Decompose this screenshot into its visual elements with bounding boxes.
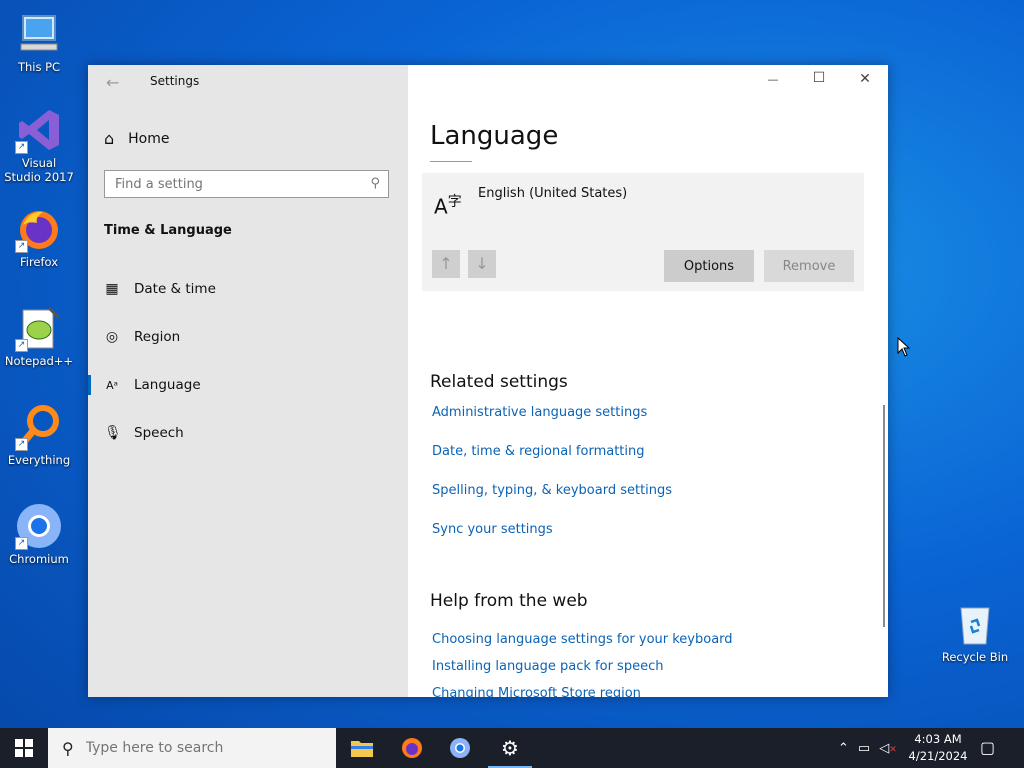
settings-sidebar: ← Settings ⌂ Home ⚲ Time & Language ▦ Da… [88, 65, 408, 697]
visual-studio-icon: ↗ [15, 106, 63, 154]
language-name: English (United States) [478, 186, 628, 201]
sidebar-item-label: Region [134, 329, 181, 345]
link-sync-settings[interactable]: Sync your settings [432, 522, 553, 537]
desktop-icon-this-pc[interactable]: This PC [4, 10, 74, 74]
everything-search-icon: ↗ [15, 403, 63, 451]
title-underline [430, 161, 472, 162]
chromium-icon: ↗ [15, 502, 63, 550]
sidebar-item-speech[interactable]: 🎙 Speech [104, 425, 184, 441]
calendar-clock-icon: ▦ [105, 281, 119, 297]
nav-home-label: Home [128, 130, 170, 147]
link-store-region[interactable]: Changing Microsoft Store region [432, 686, 641, 697]
back-arrow-icon[interactable]: ← [106, 73, 119, 92]
desktop-icon-everything[interactable]: ↗ Everything [4, 403, 74, 467]
content-scrollbar[interactable] [883, 405, 885, 627]
help-heading: Help from the web [430, 591, 588, 611]
gear-icon: ⚙ [501, 736, 519, 760]
recycle-bin-icon [951, 600, 999, 648]
shortcut-arrow-icon: ↗ [15, 339, 28, 352]
firefox-icon [402, 738, 422, 758]
settings-window: ← Settings ⌂ Home ⚲ Time & Language ▦ Da… [88, 65, 888, 697]
active-indicator [88, 375, 91, 395]
desktop-icon-recycle-bin[interactable]: Recycle Bin [937, 600, 1013, 664]
clock-time: 4:03 AM [914, 732, 962, 746]
link-date-time-formatting[interactable]: Date, time & regional formatting [432, 444, 645, 459]
maximize-button[interactable]: ☐ [804, 70, 834, 86]
link-administrative-language[interactable]: Administrative language settings [432, 405, 647, 420]
microphone-icon: 🎙 [104, 425, 122, 441]
chevron-up-icon[interactable]: ⌃ [838, 741, 849, 756]
notification-center-icon[interactable]: ▢ [980, 738, 995, 757]
sidebar-item-language[interactable]: Aᵃ Language [104, 377, 201, 393]
chromium-icon [450, 738, 470, 758]
computer-icon [15, 10, 63, 58]
system-tray: ⌃ ▭ ◁✕ [838, 728, 897, 768]
language-icon: Aᵃ [106, 378, 118, 392]
folder-icon [351, 741, 373, 757]
desktop-icon-notepad-plus-plus[interactable]: ↗ Notepad++ [4, 304, 74, 368]
desktop-icon-label: Everything [7, 453, 71, 467]
home-icon: ⌂ [104, 129, 115, 148]
search-icon: ⚲ [62, 738, 74, 758]
volume-muted-icon[interactable]: ◁✕ [879, 741, 897, 756]
related-settings-heading: Related settings [430, 372, 568, 392]
options-button[interactable]: Options [664, 250, 754, 282]
notepad-plus-plus-icon: ↗ [15, 304, 63, 352]
remove-button[interactable]: Remove [764, 250, 854, 282]
desktop-icon-visual-studio[interactable]: ↗ Visual Studio 2017 [4, 106, 74, 184]
move-down-button[interactable]: ↓ [468, 250, 496, 278]
network-icon[interactable]: ▭ [858, 741, 870, 756]
desktop-icon-label: Recycle Bin [941, 650, 1009, 664]
shortcut-arrow-icon: ↗ [15, 141, 28, 154]
windows-logo-icon [15, 739, 33, 757]
sidebar-item-date-time[interactable]: ▦ Date & time [104, 281, 216, 297]
minimize-button[interactable]: — [758, 73, 788, 86]
desktop-icon-label: Visual Studio 2017 [4, 156, 74, 184]
sidebar-item-label: Date & time [134, 281, 216, 297]
app-title: Settings [150, 74, 200, 88]
clock-date: 4/21/2024 [908, 749, 968, 763]
search-icon[interactable]: ⚲ [370, 176, 380, 191]
globe-icon: ◎ [105, 329, 119, 345]
mouse-cursor-icon [897, 336, 911, 361]
section-title: Time & Language [104, 223, 232, 238]
start-button[interactable] [0, 728, 48, 768]
language-icon: A字 [434, 194, 462, 219]
taskbar-clock[interactable]: 4:03 AM 4/21/2024 [900, 731, 976, 765]
nav-home[interactable]: ⌂ Home [104, 129, 170, 148]
desktop-icon-label: This PC [17, 60, 61, 74]
taskbar-search-input[interactable] [83, 739, 328, 757]
sidebar-item-label: Speech [134, 425, 184, 441]
language-list-item[interactable]: A字 English (United States) ↑ ↓ Options R… [422, 173, 864, 291]
link-spelling-typing-keyboard[interactable]: Spelling, typing, & keyboard settings [432, 483, 672, 498]
desktop-icon-label: Chromium [9, 552, 69, 566]
taskbar-search-box[interactable]: ⚲ [48, 728, 336, 768]
desktop-icon-firefox[interactable]: ↗ Firefox [4, 205, 74, 269]
taskbar: ⚲ ⚙ ⌃ ▭ ◁✕ 4:03 AM 4/21/2024 ▢ [0, 728, 1024, 768]
link-keyboard-language-help[interactable]: Choosing language settings for your keyb… [432, 632, 733, 647]
move-up-button[interactable]: ↑ [432, 250, 460, 278]
desktop-icon-chromium[interactable]: ↗ Chromium [4, 502, 74, 566]
shortcut-arrow-icon: ↗ [15, 438, 28, 451]
page-title: Language [430, 121, 559, 151]
link-speech-language-pack[interactable]: Installing language pack for speech [432, 659, 663, 674]
settings-search-box[interactable]: ⚲ [104, 170, 389, 198]
settings-content: — ☐ ✕ Language A字 English (United States… [408, 65, 888, 697]
desktop-icon-label: Firefox [19, 255, 59, 269]
shortcut-arrow-icon: ↗ [15, 537, 28, 550]
close-button[interactable]: ✕ [850, 71, 880, 87]
taskbar-chromium[interactable] [436, 728, 484, 768]
firefox-icon: ↗ [15, 205, 63, 253]
sidebar-item-label: Language [134, 377, 201, 393]
desktop-icon-label: Notepad++ [4, 354, 74, 368]
taskbar-file-explorer[interactable] [338, 728, 386, 768]
shortcut-arrow-icon: ↗ [15, 240, 28, 253]
taskbar-settings[interactable]: ⚙ [486, 728, 534, 768]
taskbar-firefox[interactable] [388, 728, 436, 768]
settings-search-input[interactable] [105, 171, 365, 197]
sidebar-item-region[interactable]: ◎ Region [104, 329, 180, 345]
